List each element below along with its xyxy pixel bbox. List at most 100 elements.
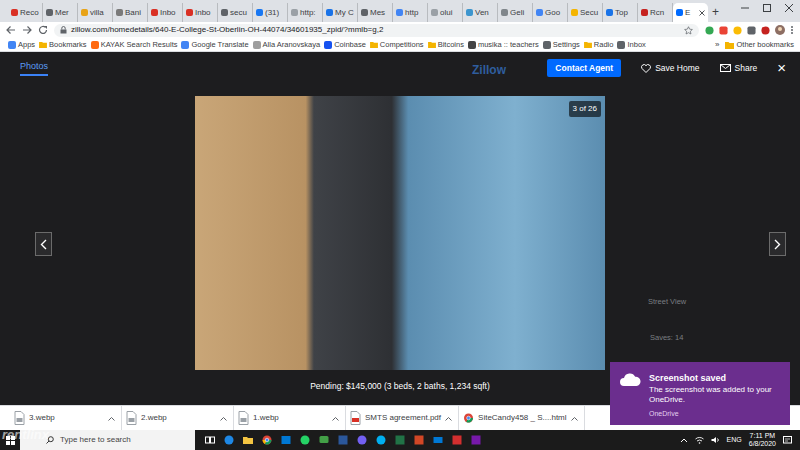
tab-label: olui [440, 8, 452, 18]
other-bookmarks[interactable]: Other bookmarks [725, 40, 794, 50]
network-icon[interactable] [695, 436, 704, 444]
acrobat-icon[interactable] [452, 435, 462, 445]
extension-icon[interactable] [761, 26, 770, 35]
browser-tab[interactable]: Goo [533, 3, 568, 22]
contact-agent-button[interactable]: Contact Agent [547, 59, 621, 78]
excel-icon[interactable] [395, 435, 405, 445]
browser-tab[interactable]: Mes [358, 3, 393, 22]
photos-tab[interactable]: Photos [20, 60, 48, 77]
browser-tab[interactable]: Reco [8, 3, 43, 22]
street-view-link: Street View [648, 296, 686, 307]
browser-tab[interactable]: secu [218, 3, 253, 22]
next-photo-button[interactable] [769, 232, 786, 256]
extension-icon[interactable] [719, 26, 728, 35]
browser-tab[interactable]: http: [288, 3, 323, 22]
browser-tab[interactable]: Bani [113, 3, 148, 22]
bookmark[interactable]: Bitcoins [428, 40, 464, 50]
browser-tab[interactable]: Top [603, 3, 638, 22]
viber-icon[interactable] [357, 435, 367, 445]
photos-icon[interactable] [281, 435, 291, 445]
profile-avatar-icon[interactable] [775, 25, 785, 35]
more-bookmarks-button[interactable]: » [715, 40, 719, 50]
browser-tab[interactable]: Geli [498, 3, 533, 22]
volume-icon[interactable] [711, 436, 720, 444]
skype-icon[interactable] [376, 435, 386, 445]
previous-photo-button[interactable] [35, 232, 52, 256]
bookmark[interactable]: Inbox [617, 40, 645, 50]
whatsapp-icon[interactable] [300, 435, 310, 445]
mail-icon[interactable] [433, 435, 443, 445]
bookmark[interactable]: KAYAK Search Results [91, 40, 178, 50]
browser-tab[interactable]: Ven [463, 3, 498, 22]
clock-time: 7:11 PM [750, 432, 776, 440]
download-item[interactable]: 3.webp [10, 406, 122, 431]
file-type-icon [126, 411, 137, 425]
forward-arrow-icon[interactable] [22, 25, 32, 35]
browser-tab[interactable]: Rcn [638, 3, 673, 22]
minimize-button[interactable] [734, 0, 756, 16]
chrome-icon[interactable] [262, 435, 272, 445]
clock[interactable]: 7:11 PM 6/8/2020 [749, 432, 776, 448]
language-indicator[interactable]: ENG [727, 435, 742, 446]
browser-tab[interactable]: Mer [43, 3, 78, 22]
chevron-up-icon[interactable] [445, 416, 452, 421]
word-icon[interactable] [338, 435, 348, 445]
bookmark[interactable]: Coinbase [324, 40, 366, 50]
browser-tab[interactable]: (31) [253, 3, 288, 22]
bookmark[interactable]: Settings [543, 40, 580, 50]
close-window-button[interactable] [778, 0, 800, 16]
bookmark[interactable]: Radio [584, 40, 614, 50]
tab-label: villa [90, 8, 104, 18]
notifications-icon[interactable] [783, 436, 792, 445]
extension-icon[interactable] [747, 26, 756, 35]
chevron-up-icon[interactable] [332, 416, 339, 421]
edge-icon[interactable] [224, 435, 234, 445]
new-tab-button[interactable]: + [712, 5, 719, 19]
close-viewer-button[interactable]: × [777, 60, 786, 76]
lock-icon [60, 26, 67, 34]
onenote-icon[interactable] [471, 435, 481, 445]
bookmark[interactable]: Competitions [370, 40, 424, 50]
browser-tab[interactable]: Inbo [148, 3, 183, 22]
powerpoint-icon[interactable] [414, 435, 424, 445]
browser-tab[interactable]: Secu [568, 3, 603, 22]
browser-tab[interactable]: E [673, 3, 708, 22]
maximize-button[interactable] [756, 0, 778, 16]
bookmark[interactable]: Alla Aranovskaya [253, 40, 321, 50]
download-item[interactable]: 1.webp [234, 406, 346, 431]
bookmark[interactable]: Apps [8, 40, 35, 50]
bookmark[interactable]: Bookmarks [39, 40, 87, 50]
tab-label: http: [300, 8, 316, 18]
download-item[interactable]: 2.webp [122, 406, 234, 431]
browser-tab[interactable]: olui [428, 3, 463, 22]
download-item[interactable]: SMTS agreement.pdf [346, 406, 459, 431]
extension-icon[interactable] [733, 26, 742, 35]
browser-tab[interactable]: Inbo [183, 3, 218, 22]
browser-tab[interactable]: http [393, 3, 428, 22]
folder-icon[interactable] [243, 435, 253, 445]
menu-dots-icon[interactable] [790, 25, 794, 35]
save-home-button[interactable]: Save Home [641, 62, 699, 75]
browser-tab[interactable]: My C [323, 3, 358, 22]
task-view-icon[interactable] [205, 435, 215, 445]
bookmark[interactable]: musika :: teachers [468, 40, 539, 50]
chevron-up-icon[interactable] [571, 416, 578, 421]
back-arrow-icon[interactable] [6, 25, 16, 35]
bookmark[interactable]: Google Translate [181, 40, 248, 50]
chevron-up-icon[interactable] [680, 437, 688, 443]
extension-icon[interactable] [705, 26, 714, 35]
chat-icon[interactable] [319, 435, 329, 445]
chevron-up-icon[interactable] [220, 416, 227, 421]
download-item[interactable]: SiteCandy458 _ S....html [459, 406, 585, 431]
chevron-up-icon[interactable] [108, 416, 115, 421]
site-favicon-icon [617, 41, 625, 49]
star-icon[interactable] [684, 26, 693, 35]
address-bar[interactable]: zillow.com/homedetails/640-E-College-St-… [54, 24, 699, 37]
favicon-icon [431, 9, 438, 16]
taskbar: Type here to search ENG 7:11 PM [0, 430, 800, 450]
share-button[interactable]: Share [720, 62, 758, 75]
browser-tab[interactable]: villa [78, 3, 113, 22]
reload-icon[interactable] [38, 25, 48, 35]
tab-close-icon[interactable] [699, 10, 705, 16]
notification-toast[interactable]: Screenshot saved The screenshot was adde… [610, 362, 790, 425]
